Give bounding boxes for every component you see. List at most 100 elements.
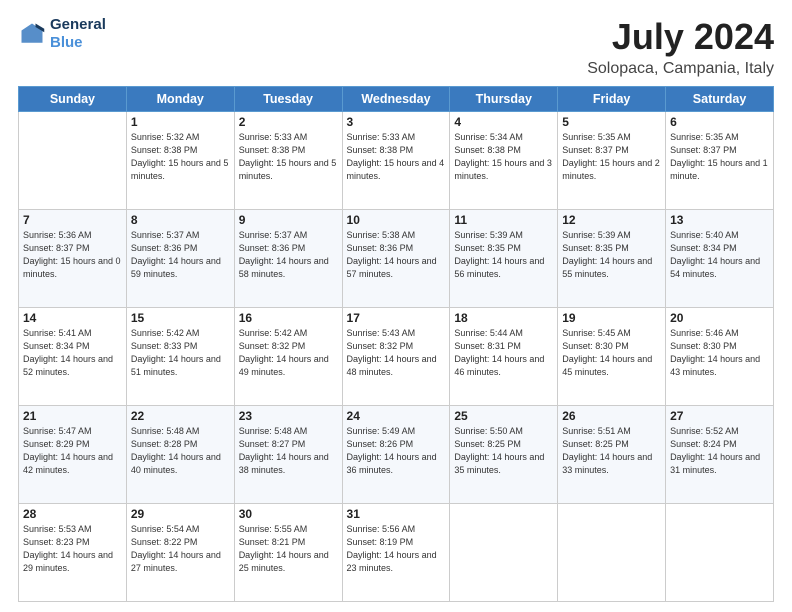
calendar-cell: 7 Sunrise: 5:36 AM Sunset: 8:37 PM Daylig… (19, 210, 127, 308)
cell-text: Sunrise: 5:48 AM Sunset: 8:28 PM Dayligh… (131, 425, 230, 477)
day-number: 30 (239, 507, 338, 521)
cell-text: Sunrise: 5:44 AM Sunset: 8:31 PM Dayligh… (454, 327, 553, 379)
cell-text: Sunrise: 5:37 AM Sunset: 8:36 PM Dayligh… (239, 229, 338, 281)
calendar-cell: 27 Sunrise: 5:52 AM Sunset: 8:24 PM Dayli… (666, 406, 774, 504)
day-number: 4 (454, 115, 553, 129)
day-number: 18 (454, 311, 553, 325)
cell-text: Sunrise: 5:36 AM Sunset: 8:37 PM Dayligh… (23, 229, 122, 281)
cell-text: Sunrise: 5:48 AM Sunset: 8:27 PM Dayligh… (239, 425, 338, 477)
day-number: 11 (454, 213, 553, 227)
calendar-cell: 2 Sunrise: 5:33 AM Sunset: 8:38 PM Daylig… (234, 112, 342, 210)
cell-text: Sunrise: 5:43 AM Sunset: 8:32 PM Dayligh… (347, 327, 446, 379)
cell-text: Sunrise: 5:53 AM Sunset: 8:23 PM Dayligh… (23, 523, 122, 575)
calendar-cell: 25 Sunrise: 5:50 AM Sunset: 8:25 PM Dayli… (450, 406, 558, 504)
calendar-cell (450, 504, 558, 602)
calendar-week-1: 1Sunrise: 5:32 AM Sunset: 8:38 PM Daylig… (19, 112, 774, 210)
calendar-cell: 20 Sunrise: 5:46 AM Sunset: 8:30 PM Dayli… (666, 308, 774, 406)
day-number: 22 (131, 409, 230, 423)
calendar-week-2: 7 Sunrise: 5:36 AM Sunset: 8:37 PM Daylig… (19, 210, 774, 308)
day-number: 2 (239, 115, 338, 129)
calendar-cell: 28 Sunrise: 5:53 AM Sunset: 8:23 PM Dayli… (19, 504, 127, 602)
calendar-cell: 17 Sunrise: 5:43 AM Sunset: 8:32 PM Dayli… (342, 308, 450, 406)
cell-text: Sunrise: 5:54 AM Sunset: 8:22 PM Dayligh… (131, 523, 230, 575)
day-number: 6 (670, 115, 769, 129)
day-number: 3 (347, 115, 446, 129)
cell-text: Sunrise: 5:52 AM Sunset: 8:24 PM Dayligh… (670, 425, 769, 477)
cell-text: Sunrise: 5:50 AM Sunset: 8:25 PM Dayligh… (454, 425, 553, 477)
calendar-cell: 13Sunrise: 5:40 AM Sunset: 8:34 PM Dayli… (666, 210, 774, 308)
calendar-cell: 23 Sunrise: 5:48 AM Sunset: 8:27 PM Dayli… (234, 406, 342, 504)
cell-text: Sunrise: 5:39 AM Sunset: 8:35 PM Dayligh… (562, 229, 661, 281)
calendar-header-monday: Monday (126, 87, 234, 112)
calendar-cell: 24 Sunrise: 5:49 AM Sunset: 8:26 PM Dayli… (342, 406, 450, 504)
calendar-week-5: 28 Sunrise: 5:53 AM Sunset: 8:23 PM Dayli… (19, 504, 774, 602)
calendar-cell: 5 Sunrise: 5:35 AM Sunset: 8:37 PM Daylig… (558, 112, 666, 210)
calendar-cell: 8Sunrise: 5:37 AM Sunset: 8:36 PM Daylig… (126, 210, 234, 308)
logo-icon (18, 20, 46, 48)
calendar-cell (19, 112, 127, 210)
cell-text: Sunrise: 5:38 AM Sunset: 8:36 PM Dayligh… (347, 229, 446, 281)
cell-text: Sunrise: 5:34 AM Sunset: 8:38 PM Dayligh… (454, 131, 553, 183)
calendar-cell: 11 Sunrise: 5:39 AM Sunset: 8:35 PM Dayli… (450, 210, 558, 308)
cell-text: Sunrise: 5:33 AM Sunset: 8:38 PM Dayligh… (347, 131, 446, 183)
cell-text: Sunrise: 5:33 AM Sunset: 8:38 PM Dayligh… (239, 131, 338, 183)
calendar-week-3: 14Sunrise: 5:41 AM Sunset: 8:34 PM Dayli… (19, 308, 774, 406)
cell-text: Sunrise: 5:55 AM Sunset: 8:21 PM Dayligh… (239, 523, 338, 575)
calendar-cell: 22 Sunrise: 5:48 AM Sunset: 8:28 PM Dayli… (126, 406, 234, 504)
calendar-table: SundayMondayTuesdayWednesdayThursdayFrid… (18, 86, 774, 602)
cell-text: Sunrise: 5:49 AM Sunset: 8:26 PM Dayligh… (347, 425, 446, 477)
calendar-header-saturday: Saturday (666, 87, 774, 112)
day-number: 24 (347, 409, 446, 423)
day-number: 7 (23, 213, 122, 227)
calendar-cell (558, 504, 666, 602)
calendar-cell: 16 Sunrise: 5:42 AM Sunset: 8:32 PM Dayli… (234, 308, 342, 406)
day-number: 15 (131, 311, 230, 325)
day-number: 21 (23, 409, 122, 423)
calendar-cell: 31Sunrise: 5:56 AM Sunset: 8:19 PM Dayli… (342, 504, 450, 602)
logo-text: General Blue (50, 16, 106, 52)
day-number: 31 (347, 507, 446, 521)
calendar-header-thursday: Thursday (450, 87, 558, 112)
day-number: 28 (23, 507, 122, 521)
day-number: 19 (562, 311, 661, 325)
cell-text: Sunrise: 5:47 AM Sunset: 8:29 PM Dayligh… (23, 425, 122, 477)
cell-text: Sunrise: 5:40 AM Sunset: 8:34 PM Dayligh… (670, 229, 769, 281)
calendar-cell: 15Sunrise: 5:42 AM Sunset: 8:33 PM Dayli… (126, 308, 234, 406)
calendar-cell: 14Sunrise: 5:41 AM Sunset: 8:34 PM Dayli… (19, 308, 127, 406)
day-number: 17 (347, 311, 446, 325)
calendar-cell: 30 Sunrise: 5:55 AM Sunset: 8:21 PM Dayli… (234, 504, 342, 602)
cell-text: Sunrise: 5:35 AM Sunset: 8:37 PM Dayligh… (670, 131, 769, 183)
day-number: 1 (131, 115, 230, 129)
calendar-cell: 21 Sunrise: 5:47 AM Sunset: 8:29 PM Dayli… (19, 406, 127, 504)
calendar-week-4: 21 Sunrise: 5:47 AM Sunset: 8:29 PM Dayli… (19, 406, 774, 504)
calendar-header-sunday: Sunday (19, 87, 127, 112)
calendar-header-wednesday: Wednesday (342, 87, 450, 112)
cell-text: Sunrise: 5:46 AM Sunset: 8:30 PM Dayligh… (670, 327, 769, 379)
day-number: 16 (239, 311, 338, 325)
day-number: 23 (239, 409, 338, 423)
calendar-cell: 26 Sunrise: 5:51 AM Sunset: 8:25 PM Dayli… (558, 406, 666, 504)
cell-text: Sunrise: 5:39 AM Sunset: 8:35 PM Dayligh… (454, 229, 553, 281)
calendar-cell (666, 504, 774, 602)
calendar-header-row: SundayMondayTuesdayWednesdayThursdayFrid… (19, 87, 774, 112)
day-number: 27 (670, 409, 769, 423)
cell-text: Sunrise: 5:35 AM Sunset: 8:37 PM Dayligh… (562, 131, 661, 183)
day-number: 20 (670, 311, 769, 325)
calendar-header-friday: Friday (558, 87, 666, 112)
day-number: 25 (454, 409, 553, 423)
cell-text: Sunrise: 5:45 AM Sunset: 8:30 PM Dayligh… (562, 327, 661, 379)
title-block: July 2024 Solopaca, Campania, Italy (587, 16, 774, 78)
cell-text: Sunrise: 5:41 AM Sunset: 8:34 PM Dayligh… (23, 327, 122, 379)
cell-text: Sunrise: 5:42 AM Sunset: 8:32 PM Dayligh… (239, 327, 338, 379)
calendar-cell: 18 Sunrise: 5:44 AM Sunset: 8:31 PM Dayli… (450, 308, 558, 406)
day-number: 5 (562, 115, 661, 129)
calendar-cell: 3 Sunrise: 5:33 AM Sunset: 8:38 PM Daylig… (342, 112, 450, 210)
day-number: 26 (562, 409, 661, 423)
day-number: 8 (131, 213, 230, 227)
cell-text: Sunrise: 5:51 AM Sunset: 8:25 PM Dayligh… (562, 425, 661, 477)
day-number: 29 (131, 507, 230, 521)
calendar-cell: 9Sunrise: 5:37 AM Sunset: 8:36 PM Daylig… (234, 210, 342, 308)
page: General Blue July 2024 Solopaca, Campani… (0, 0, 792, 612)
calendar-cell: 4 Sunrise: 5:34 AM Sunset: 8:38 PM Daylig… (450, 112, 558, 210)
header: General Blue July 2024 Solopaca, Campani… (18, 16, 774, 78)
